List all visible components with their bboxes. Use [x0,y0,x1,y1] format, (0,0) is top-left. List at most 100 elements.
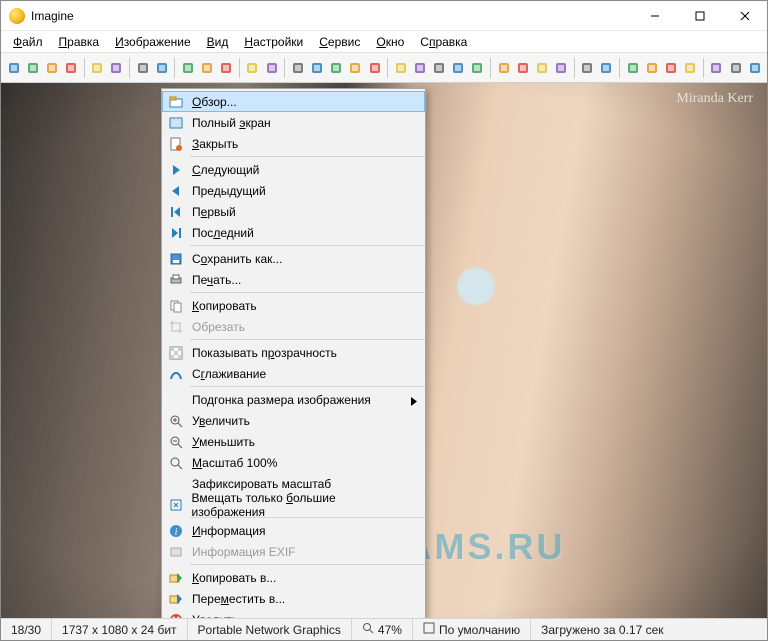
ctx-copy[interactable]: Копировать [162,295,425,316]
status-format: Portable Network Graphics [188,619,352,640]
tb-rotate-right[interactable] [328,59,345,77]
delete-icon [166,612,186,619]
ctx-next[interactable]: Следующий [162,159,425,180]
ctx-exif: Информация EXIF [162,541,425,562]
tb-zoom-in[interactable] [533,59,550,77]
svg-text:i: i [175,527,178,538]
ctx-fitlarge[interactable]: Вмещать только большие изображения [162,494,425,515]
menu-help[interactable]: Справка [412,33,475,51]
status-dimensions: 1737 x 1080 x 24 бит [52,619,187,640]
tb-info[interactable] [244,59,261,77]
window-title: Imagine [31,9,74,23]
prev-icon [166,183,186,199]
tb-swap[interactable] [469,59,486,77]
ctx-zoomout[interactable]: Уменьшить [162,431,425,452]
fit-large-icon [166,497,186,513]
menu-view[interactable]: Вид [199,33,237,51]
status-bar: 18/30 1737 x 1080 x 24 бит Portable Netw… [1,618,767,640]
tb-next[interactable] [108,59,125,77]
menu-file[interactable]: Файл [5,33,51,51]
zoom-out-icon [166,434,186,450]
magnifier-icon [362,622,374,637]
tb-view4[interactable] [682,59,699,77]
tb-redo[interactable] [218,59,235,77]
tb-crop[interactable] [450,59,467,77]
tb-paste[interactable] [179,59,196,77]
tb-transparency[interactable] [495,59,512,77]
tb-view2[interactable] [643,59,660,77]
image-viewport[interactable]: Miranda Kerr BYPROGRAMS.RU Обзор... Полн… [1,83,767,618]
ctx-antialias[interactable]: Сглаживание [162,363,425,384]
tb-resize[interactable] [289,59,306,77]
tb-print[interactable] [63,59,80,77]
zoom-in-icon [166,413,186,429]
status-zoom: 47% [352,619,413,640]
tb-effect4[interactable] [411,59,428,77]
ctx-browse[interactable]: Обзор... [162,91,425,112]
toolbar-separator [490,58,491,78]
copy-icon [166,298,186,314]
ctx-info[interactable]: iИнформация [162,520,425,541]
tb-copy[interactable] [153,59,170,77]
tb-wand[interactable] [746,59,763,77]
maximize-button[interactable] [677,1,722,31]
tb-exif[interactable] [263,59,280,77]
ctx-fullscreen[interactable]: Полный экран [162,112,425,133]
ctx-zoom100[interactable]: Масштаб 100% [162,452,425,473]
tb-view5[interactable] [708,59,725,77]
tb-undo[interactable] [199,59,216,77]
menu-service[interactable]: Сервис [311,33,368,51]
minimize-button[interactable] [632,1,677,31]
tb-cut[interactable] [134,59,151,77]
ctx-delete[interactable]: Удалить [162,609,425,618]
ctx-copyto[interactable]: Копировать в... [162,567,425,588]
ctx-moveto[interactable]: Переместить в... [162,588,425,609]
ctx-print[interactable]: Печать... [162,269,425,290]
status-index: 18/30 [1,619,52,640]
move-to-icon [166,591,186,607]
menu-image[interactable]: Изображение [107,33,199,51]
menu-bar: Файл Правка Изображение Вид Настройки Се… [1,31,767,53]
ctx-fit[interactable]: Подгонка размера изображения [162,389,425,410]
tb-antialias[interactable] [514,59,531,77]
zoom-100-icon [166,455,186,471]
tb-effect5[interactable] [430,59,447,77]
app-window: Imagine Файл Правка Изображение Вид Наст… [0,0,768,641]
tb-fullscreen[interactable] [43,59,60,77]
ctx-close[interactable]: Закрыть [162,133,425,154]
close-doc-icon [166,136,186,152]
ctx-last[interactable]: Последний [162,222,425,243]
first-icon [166,204,186,220]
tb-effect2[interactable] [366,59,383,77]
tb-rotate-left[interactable] [308,59,325,77]
last-icon [166,225,186,241]
ctx-prev[interactable]: Предыдущий [162,180,425,201]
close-button[interactable] [722,1,767,31]
menu-settings[interactable]: Настройки [236,33,311,51]
menu-edit[interactable]: Правка [51,33,108,51]
ctx-transparency[interactable]: Показывать прозрачность [162,342,425,363]
tb-save[interactable] [24,59,41,77]
tb-prev[interactable] [89,59,106,77]
tb-zoom-fit[interactable] [598,59,615,77]
toolbar-separator [574,58,575,78]
exif-icon [166,544,186,560]
tb-effect3[interactable] [392,59,409,77]
toolbar-separator [703,58,704,78]
ctx-saveas[interactable]: Сохранить как... [162,248,425,269]
tb-zoom-100[interactable] [579,59,596,77]
tb-view1[interactable] [624,59,641,77]
fullscreen-icon [166,115,186,131]
tb-zoom-out[interactable] [553,59,570,77]
tb-palette[interactable] [727,59,744,77]
save-icon [166,251,186,267]
toolbar-separator [387,58,388,78]
ctx-first[interactable]: Первый [162,201,425,222]
menu-window[interactable]: Окно [368,33,412,51]
toolbar-separator [84,58,85,78]
tb-effect1[interactable] [347,59,364,77]
ctx-zoomin[interactable]: Увеличить [162,410,425,431]
tb-view3[interactable] [662,59,679,77]
print-icon [166,272,186,288]
tb-open[interactable] [5,59,22,77]
